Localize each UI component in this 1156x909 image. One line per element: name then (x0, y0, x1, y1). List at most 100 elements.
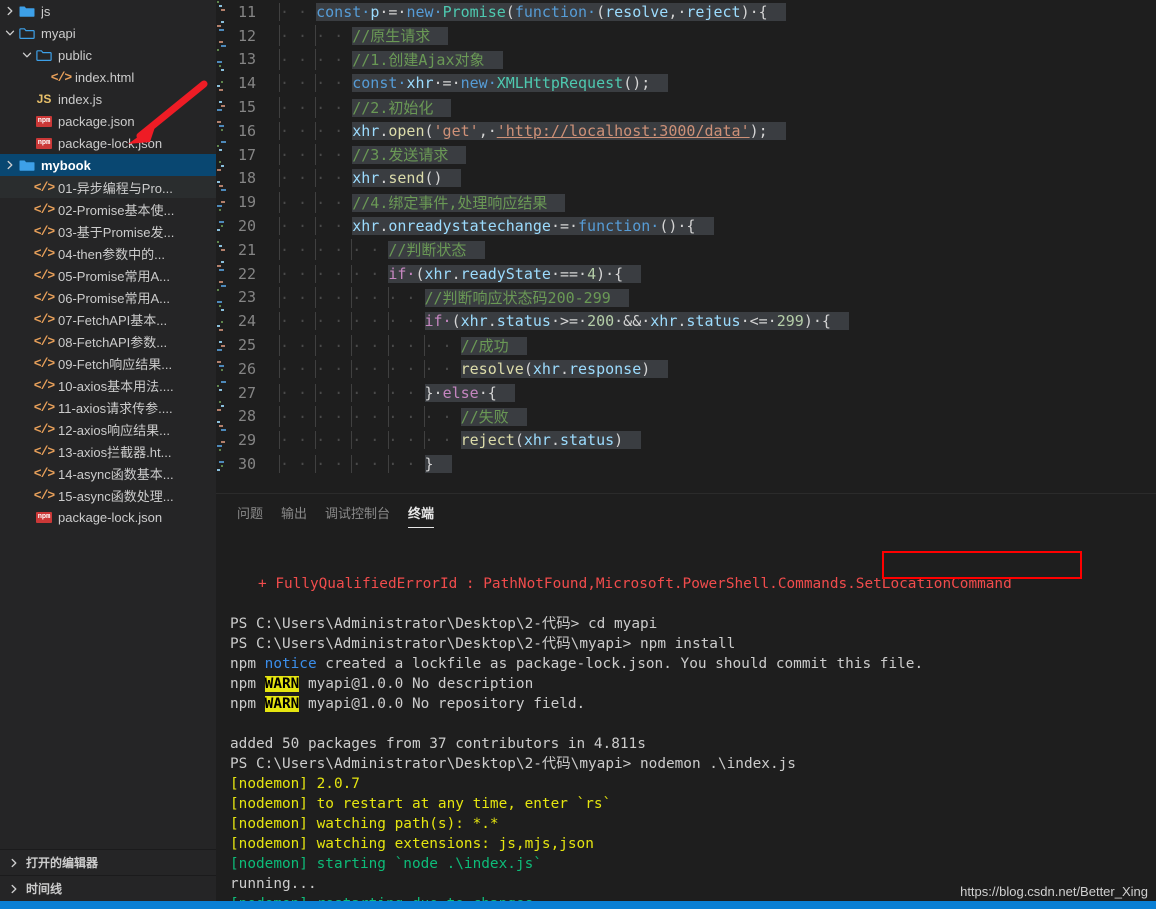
code-line[interactable]: 20 · · · · xhr.onreadystatechange·=·funct… (216, 214, 1156, 238)
code-line[interactable]: 17 · · · · //3.发送请求 (216, 143, 1156, 167)
code-token: 299 (776, 312, 804, 331)
tree-item-file[interactable]: </> 09-Fetch响应结果... (0, 352, 216, 374)
chevron-right-icon[interactable] (2, 160, 18, 170)
indent-guide (279, 239, 280, 261)
tree-item-folder[interactable]: public (0, 44, 216, 66)
line-number: 28 (237, 407, 256, 426)
code-token: } (424, 455, 434, 474)
code-line-text: · · · · xhr.onreadystatechange·=·functio… (278, 217, 1156, 236)
panel-tab-2[interactable]: 调试控制台 (316, 503, 399, 529)
indent-guide (351, 405, 353, 427)
tree-item-file[interactable]: </> 13-axios拦截器.ht... (0, 440, 216, 462)
code-token: send (388, 169, 425, 188)
code-tokens: xhr.send() (352, 169, 461, 188)
chevron-right-icon[interactable] (2, 6, 18, 16)
tree-item-label: 15-async函数处理... (58, 488, 174, 504)
code-line[interactable]: 29 · · · · · · · · · · reject(xhr.status) (216, 428, 1156, 452)
terminal-segment: created a lockfile as package-lock.json.… (316, 656, 924, 672)
tree-item-file[interactable]: </> 07-FetchAPI基本... (0, 308, 216, 330)
code-token: p (370, 2, 380, 21)
file-tree[interactable]: js myapi public </> index.html JS index.js npm p… (0, 0, 216, 849)
sidebar-section-label: 打开的编辑器 (26, 856, 99, 870)
code-line[interactable]: 14 · · · · const·xhr·=·new·XMLHttpRequest… (216, 71, 1156, 95)
code-line-text: · · · · //2.初始化 (278, 96, 1156, 118)
code-line[interactable]: 26 · · · · · · · · · · resolve(xhr.respon… (216, 357, 1156, 381)
code-line[interactable]: 16 · · · · xhr.open('get',·'http://localh… (216, 119, 1156, 143)
tree-item-file[interactable]: </> index.html (0, 66, 216, 88)
tree-item-file[interactable]: npm package-lock.json (0, 506, 216, 528)
code-token: ( (424, 121, 434, 140)
code-line[interactable]: 11 · · const·p·=·new·Promise(function·(re… (216, 0, 1156, 24)
tree-item-file[interactable]: </> 12-axios响应结果... (0, 418, 216, 440)
folder-icon (18, 159, 36, 172)
tree-item-folder[interactable]: mybook (0, 154, 216, 176)
tree-item-file[interactable]: </> 04-then参数中的... (0, 242, 216, 264)
code-line[interactable]: 30 · · · · · · · · } (216, 452, 1156, 476)
code-line[interactable]: 24 · · · · · · · · if·(xhr.status·>=·200·… (216, 309, 1156, 333)
code-line[interactable]: 18 · · · · xhr.send() (216, 167, 1156, 191)
tree-item-file[interactable]: </> 14-async函数基本... (0, 462, 216, 484)
tree-item-file[interactable]: </> 03-基于Promise发... (0, 220, 216, 242)
code-line[interactable]: 15 · · · · //2.初始化 (216, 95, 1156, 119)
code-tokens: if·(xhr.status·>=·200·&&·xhr.status·<=·2… (424, 312, 849, 331)
tree-item-file[interactable]: </> 15-async函数处理... (0, 484, 216, 506)
code-token: //成功 (460, 336, 509, 355)
sidebar-section-timeline[interactable]: 时间线 (0, 875, 216, 901)
code-line[interactable]: 13 · · · · //1.创建Ajax对象 (216, 48, 1156, 72)
tree-item-folder[interactable]: js (0, 0, 216, 22)
panel-tab-1[interactable]: 输出 (272, 503, 316, 529)
panel-tab-bar[interactable]: 问题 输出 调试控制台 终端 (216, 494, 1156, 529)
tree-item-folder[interactable]: myapi (0, 22, 216, 44)
code-line[interactable]: 21 · · · · · · //判断状态 (216, 238, 1156, 262)
code-token: . (559, 359, 569, 378)
code-token: ·=· (433, 74, 461, 93)
tree-item-file[interactable]: </> 10-axios基本用法.... (0, 374, 216, 396)
panel-tab-0[interactable]: 问题 (228, 503, 272, 529)
indent-guide (351, 359, 353, 378)
code-line-text: · · · · · · //判断状态 (278, 239, 1156, 261)
code-line[interactable]: 19 · · · · //4.绑定事件,处理响应结果 (216, 190, 1156, 214)
status-bar[interactable] (0, 901, 1156, 909)
code-token: ( (505, 2, 515, 21)
tree-item-file[interactable]: JS index.js (0, 88, 216, 110)
code-token: Promise (442, 2, 506, 21)
line-number: 17 (237, 145, 256, 164)
terminal-output[interactable]: + FullyQualifiedErrorId : PathNotFound,M… (216, 529, 1156, 901)
code-token: const· (352, 74, 407, 93)
code-line[interactable]: 27 · · · · · · · · }·else·{ (216, 381, 1156, 405)
code-line[interactable]: 12 · · · · //原生请求 (216, 24, 1156, 48)
code-token: (); (623, 74, 651, 93)
indent-guide (351, 264, 353, 283)
code-line-text: · · · · · · · · · · resolve(xhr.response… (278, 359, 1156, 378)
tree-item-file[interactable]: </> 08-FetchAPI参数... (0, 330, 216, 352)
tree-item-file[interactable]: npm package-lock.json (0, 132, 216, 154)
code-editor[interactable]: 11 · · const·p·=·new·Promise(function·(re… (216, 0, 1156, 494)
code-token: xhr (352, 121, 380, 140)
code-lines[interactable]: 11 · · const·p·=·new·Promise(function·(re… (216, 0, 1156, 476)
indent-guide (315, 96, 317, 118)
tree-item-file[interactable]: </> 01-异步编程与Pro... (0, 176, 216, 198)
indent-guide (387, 359, 389, 378)
code-token: ,· (668, 2, 687, 21)
indent-guide (351, 334, 353, 356)
tree-item-file[interactable]: </> 05-Promise常用A... (0, 264, 216, 286)
chevron-down-icon[interactable] (2, 28, 18, 38)
code-token: status (559, 431, 615, 450)
panel-tab-3[interactable]: 终端 (399, 503, 443, 529)
chevron-down-icon[interactable] (19, 50, 35, 60)
indent-guide (279, 286, 280, 308)
tree-item-file[interactable]: </> 11-axios请求传参.... (0, 396, 216, 418)
indent-guide (279, 431, 280, 450)
tree-item-file[interactable]: </> 02-Promise基本使... (0, 198, 216, 220)
tree-item-file[interactable]: npm package.json (0, 110, 216, 132)
sidebar-section-open-editors[interactable]: 打开的编辑器 (0, 849, 216, 875)
code-line[interactable]: 22 · · · · · · if·(xhr.readyState·==·4)·{ (216, 262, 1156, 286)
tree-item-file[interactable]: </> 06-Promise常用A... (0, 286, 216, 308)
code-line[interactable]: 25 · · · · · · · · · · //成功 (216, 333, 1156, 357)
code-line[interactable]: 23 · · · · · · · · //判断响应状态码200-299 (216, 286, 1156, 310)
code-tokens: //判断状态 (388, 241, 485, 260)
npm-file-icon: npm (35, 511, 53, 523)
code-line[interactable]: 28 · · · · · · · · · · //失败 (216, 405, 1156, 429)
code-token: xhr (532, 359, 560, 378)
terminal-segment: PS C:\Users\Administrator\Desktop\2-代码> … (230, 616, 658, 632)
